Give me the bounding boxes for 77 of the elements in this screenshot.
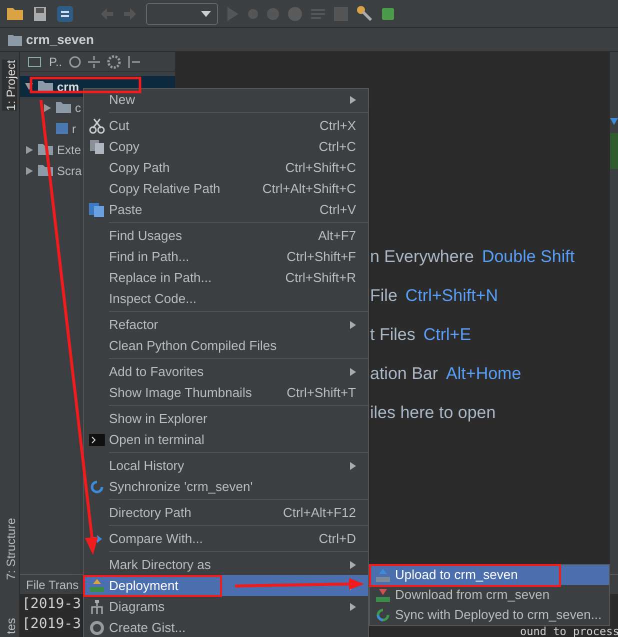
hint-text: iles here to open	[370, 402, 496, 424]
folder-icon	[38, 165, 53, 176]
copy-icon	[90, 140, 104, 154]
hide-icon[interactable]	[128, 56, 140, 68]
save-icon[interactable]	[33, 6, 47, 22]
folder-icon	[8, 34, 22, 46]
menu-item[interactable]: Clean Python Compiled Files	[84, 335, 368, 356]
collapse-arrow-icon[interactable]	[610, 118, 618, 125]
menu-item[interactable]: Mark Directory as	[84, 554, 368, 575]
collapsed-arrow-icon[interactable]	[44, 104, 50, 112]
terminal-icon	[88, 434, 104, 446]
folder-icon[interactable]	[6, 6, 24, 20]
menu-item[interactable]: Local History	[84, 455, 368, 476]
upload-icon	[376, 568, 390, 582]
menu-item[interactable]: Find in Path... Ctrl+Shift+F	[84, 246, 368, 267]
expanded-arrow-icon[interactable]	[25, 83, 33, 90]
menu-item[interactable]: Open in terminal	[84, 429, 368, 450]
hint-text: File	[370, 285, 398, 308]
log-line: [2019-3	[22, 595, 82, 614]
menu-item[interactable]: Paste Ctrl+V	[84, 199, 368, 220]
side-tab[interactable]: 7: Structure	[2, 518, 17, 580]
menu-item[interactable]: Replace in Path... Ctrl+Shift+R	[84, 267, 368, 288]
panel-title[interactable]: File Trans	[26, 576, 79, 594]
log-text: ound to process	[520, 627, 618, 637]
side-tab[interactable]: tes	[2, 618, 17, 634]
shortcut-text: Alt+Home	[446, 363, 522, 386]
menu-item[interactable]: Find Usages Alt+F7	[84, 225, 368, 246]
menu-item[interactable]: Synchronize 'crm_seven'	[84, 476, 368, 497]
target-icon[interactable]	[69, 56, 82, 68]
shortcut-text: Ctrl+Shift+N	[405, 285, 498, 308]
hint-text: n Everywhere	[370, 246, 474, 268]
menu-item[interactable]: Show in Explorer	[84, 408, 368, 429]
breadcrumb[interactable]: crm_seven	[26, 30, 94, 50]
tree-label[interactable]: Scra	[57, 162, 82, 180]
clipboard-icon	[89, 202, 104, 217]
tree-label[interactable]: Exte	[57, 140, 82, 158]
wrench-icon[interactable]	[357, 6, 373, 22]
collapsed-arrow-icon[interactable]	[26, 146, 32, 154]
menu-item[interactable]: Upload to crm_seven	[370, 565, 609, 585]
collapsed-arrow-icon[interactable]	[26, 166, 32, 174]
refresh-icon	[90, 480, 104, 494]
project-view-icon[interactable]	[28, 56, 42, 66]
shortcut-text: Ctrl+E	[423, 324, 472, 346]
menu-item[interactable]: Add to Favorites	[84, 361, 368, 382]
status-marker	[610, 133, 618, 169]
menu-item[interactable]: Directory Path Ctrl+Alt+F12	[84, 502, 368, 523]
tree-label[interactable]: r	[72, 120, 76, 138]
menu-item[interactable]: Refactor	[84, 314, 368, 335]
menu-item[interactable]: Sync with Deployed to crm_seven...	[370, 605, 609, 625]
tree-label[interactable]: crm	[57, 78, 80, 96]
scissors-icon	[88, 118, 104, 134]
upload-icon	[90, 579, 104, 592]
hint-text: t Files	[370, 324, 416, 346]
menu-item[interactable]: Copy Ctrl+C	[84, 136, 368, 157]
settings-icon[interactable]	[107, 54, 122, 68]
folder-icon	[38, 81, 53, 92]
log-line: [2019-3	[22, 615, 82, 634]
hint-text: ation Bar	[370, 363, 438, 386]
caret-icon	[201, 10, 211, 16]
menu-item[interactable]: Copy Relative Path Ctrl+Alt+Shift+C	[84, 178, 368, 199]
file-icon	[56, 123, 68, 134]
menu-item[interactable]: Diagrams	[84, 596, 368, 617]
menu-item[interactable]: Inspect Code...	[84, 288, 368, 309]
menu-item[interactable]: Cut Ctrl+X	[84, 115, 368, 136]
menu-item[interactable]: Copy Path Ctrl+Shift+C	[84, 157, 368, 178]
menu-item[interactable]: Show Image Thumbnails Ctrl+Shift+T	[84, 382, 368, 403]
tree-label[interactable]: c	[75, 98, 81, 116]
hierarchy-icon	[90, 600, 104, 614]
folder-icon	[38, 144, 53, 155]
download-icon	[376, 588, 390, 602]
folder-icon	[56, 102, 71, 113]
view-selector[interactable]: P..	[49, 52, 62, 70]
menu-item[interactable]: Create Gist...	[84, 617, 368, 637]
menu-item[interactable]: Download from crm_seven	[370, 585, 609, 605]
side-tab[interactable]: 1: Project	[2, 60, 17, 111]
shortcut-text: Double Shift	[482, 246, 575, 268]
collapse-icon[interactable]	[88, 56, 100, 68]
